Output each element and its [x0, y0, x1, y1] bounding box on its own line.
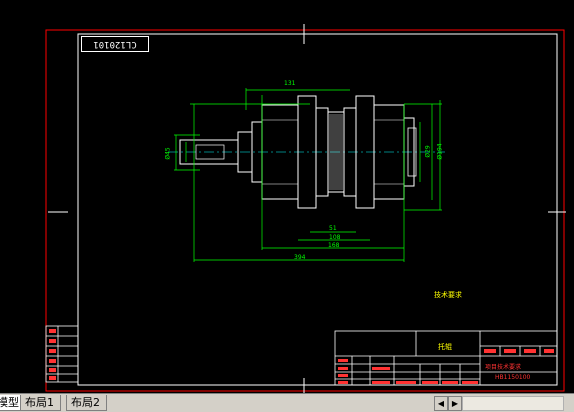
- drawing-subtitle: HB1150100: [495, 374, 531, 381]
- scroll-right-icon[interactable]: ▶: [448, 396, 462, 411]
- technical-requirements: 技术要求: [434, 291, 462, 299]
- dim-right-diameter-1: Ø29: [424, 145, 432, 158]
- dim-mid3: 168: [328, 242, 340, 249]
- revision-table: [45, 325, 79, 383]
- tab-layout-1[interactable]: 布局1: [20, 395, 61, 411]
- company-name: 项目技术要求: [485, 364, 522, 371]
- dim-left-diameter: Ø45: [164, 147, 172, 160]
- sheet-border: [45, 29, 565, 392]
- horizontal-scrollbar[interactable]: [462, 396, 564, 411]
- dim-mid2: 108: [329, 234, 341, 241]
- layout-tab-bar: 模型 布局1 布局2 ◀ ▶: [0, 393, 574, 412]
- scroll-left-icon[interactable]: ◀: [434, 396, 448, 411]
- dimension-lines: [174, 88, 442, 262]
- dim-overall: 394: [294, 254, 306, 261]
- dim-mid1: 51: [329, 225, 337, 232]
- dim-top: 131: [284, 80, 296, 87]
- drawing-svg: [45, 24, 566, 393]
- revision-marks: [49, 329, 56, 380]
- dim-right-diameter-2: Ø194: [436, 143, 444, 160]
- drawing-canvas[interactable]: CL120101 131 51 108 168 394 Ø45 Ø29 Ø194…: [0, 0, 574, 393]
- part-name: 托辊: [438, 343, 452, 351]
- drawing-frame: [77, 33, 558, 386]
- drawing-id-label: CL120101: [81, 36, 149, 52]
- tab-layout-2[interactable]: 布局2: [66, 395, 107, 411]
